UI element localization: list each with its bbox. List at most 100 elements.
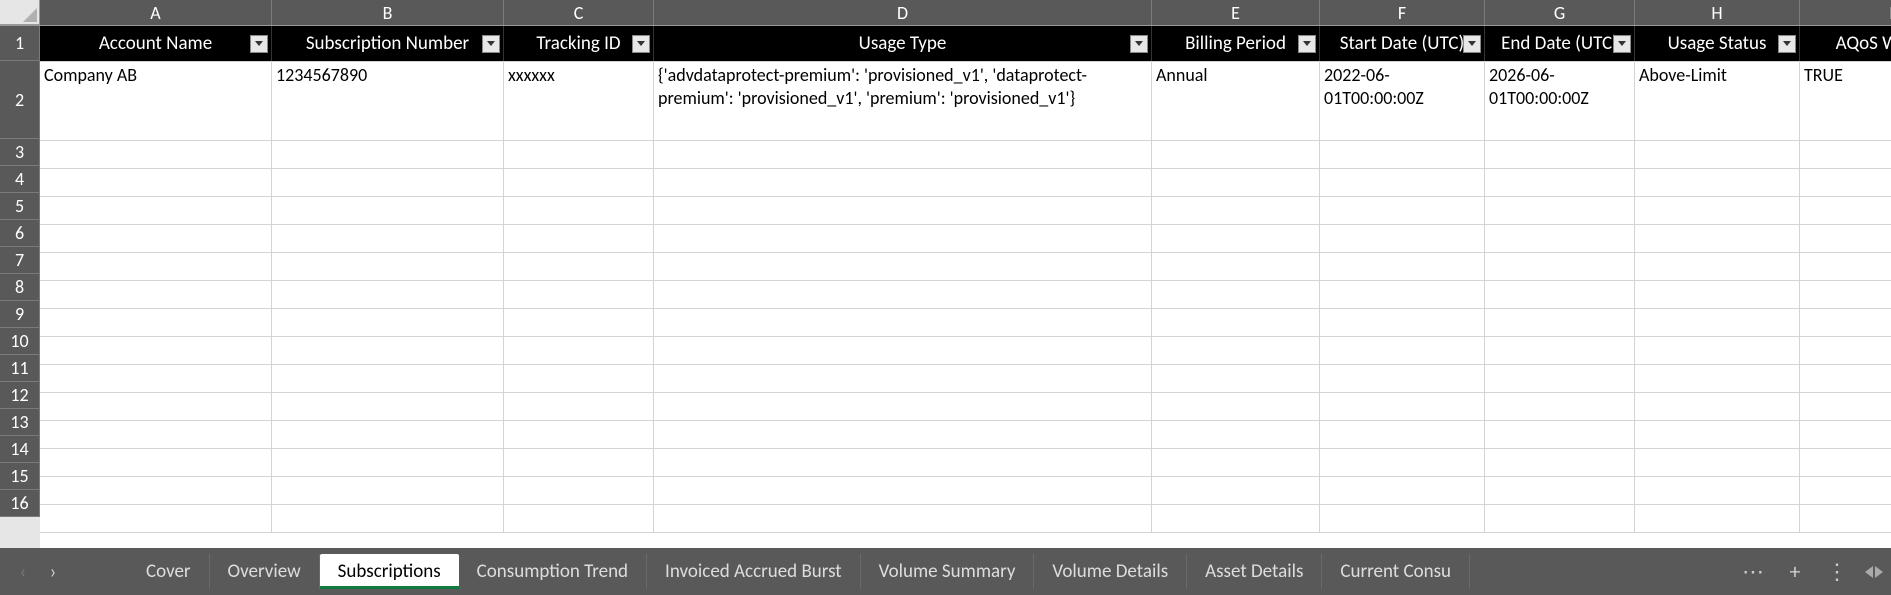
cell-A9[interactable] bbox=[40, 309, 272, 336]
cell-E7[interactable] bbox=[1152, 253, 1320, 280]
cell-C14[interactable] bbox=[504, 449, 654, 476]
cell-I4[interactable] bbox=[1800, 169, 1891, 196]
cell-G7[interactable] bbox=[1485, 253, 1635, 280]
cell-E2[interactable]: Annual bbox=[1152, 62, 1320, 140]
cell-H9[interactable] bbox=[1635, 309, 1800, 336]
header-cell-F[interactable]: Start Date (UTC) bbox=[1320, 26, 1485, 61]
cell-D3[interactable] bbox=[654, 141, 1152, 168]
filter-dropdown-icon[interactable] bbox=[1298, 35, 1316, 53]
cell-I6[interactable] bbox=[1800, 225, 1891, 252]
cell-G16[interactable] bbox=[1485, 505, 1635, 532]
cell-I9[interactable] bbox=[1800, 309, 1891, 336]
cell-G10[interactable] bbox=[1485, 337, 1635, 364]
tab-nav-prev[interactable]: ‹ bbox=[8, 557, 38, 587]
cell-B15[interactable] bbox=[272, 477, 504, 504]
cell-G9[interactable] bbox=[1485, 309, 1635, 336]
row-header-4[interactable]: 4 bbox=[0, 166, 40, 193]
cell-F2[interactable]: 2022-06-01T00:00:00Z bbox=[1320, 62, 1485, 140]
more-tabs-icon[interactable]: ⋯ bbox=[1739, 558, 1767, 585]
cell-C2[interactable]: xxxxxx bbox=[504, 62, 654, 140]
cell-E4[interactable] bbox=[1152, 169, 1320, 196]
cell-A3[interactable] bbox=[40, 141, 272, 168]
cell-E15[interactable] bbox=[1152, 477, 1320, 504]
cell-G13[interactable] bbox=[1485, 421, 1635, 448]
cell-I2[interactable]: TRUE bbox=[1800, 62, 1891, 140]
cell-E6[interactable] bbox=[1152, 225, 1320, 252]
cell-D7[interactable] bbox=[654, 253, 1152, 280]
column-header-G[interactable]: G bbox=[1485, 0, 1635, 25]
cell-D10[interactable] bbox=[654, 337, 1152, 364]
sheet-menu-icon[interactable]: ⋮ bbox=[1823, 558, 1851, 585]
column-header-F[interactable]: F bbox=[1320, 0, 1485, 25]
cell-D14[interactable] bbox=[654, 449, 1152, 476]
cell-D12[interactable] bbox=[654, 393, 1152, 420]
header-cell-I[interactable]: AQoS Warning bbox=[1800, 26, 1891, 61]
sheet-tab-overview[interactable]: Overview bbox=[210, 554, 320, 589]
header-cell-H[interactable]: Usage Status bbox=[1635, 26, 1800, 61]
row-header-11[interactable]: 11 bbox=[0, 355, 40, 382]
header-cell-D[interactable]: Usage Type bbox=[654, 26, 1152, 61]
cell-C3[interactable] bbox=[504, 141, 654, 168]
header-cell-A[interactable]: Account Name bbox=[40, 26, 272, 61]
filter-dropdown-icon[interactable] bbox=[1463, 35, 1481, 53]
cell-A2[interactable]: Company AB bbox=[40, 62, 272, 140]
cell-F11[interactable] bbox=[1320, 365, 1485, 392]
header-cell-E[interactable]: Billing Period bbox=[1152, 26, 1320, 61]
cell-B16[interactable] bbox=[272, 505, 504, 532]
cell-G14[interactable] bbox=[1485, 449, 1635, 476]
cell-B2[interactable]: 1234567890 bbox=[272, 62, 504, 140]
sheet-tab-invoiced-accrued-burst[interactable]: Invoiced Accrued Burst bbox=[647, 554, 861, 589]
cell-F7[interactable] bbox=[1320, 253, 1485, 280]
cell-G8[interactable] bbox=[1485, 281, 1635, 308]
cell-B5[interactable] bbox=[272, 197, 504, 224]
cell-C5[interactable] bbox=[504, 197, 654, 224]
cell-C8[interactable] bbox=[504, 281, 654, 308]
column-header-E[interactable]: E bbox=[1152, 0, 1320, 25]
cell-H12[interactable] bbox=[1635, 393, 1800, 420]
cell-E3[interactable] bbox=[1152, 141, 1320, 168]
cell-H16[interactable] bbox=[1635, 505, 1800, 532]
row-header-12[interactable]: 12 bbox=[0, 382, 40, 409]
cell-F14[interactable] bbox=[1320, 449, 1485, 476]
cell-F9[interactable] bbox=[1320, 309, 1485, 336]
cell-D11[interactable] bbox=[654, 365, 1152, 392]
sheet-tab-consumption-trend[interactable]: Consumption Trend bbox=[459, 554, 647, 589]
sheet-tab-volume-details[interactable]: Volume Details bbox=[1034, 554, 1187, 589]
cell-B10[interactable] bbox=[272, 337, 504, 364]
cell-H14[interactable] bbox=[1635, 449, 1800, 476]
cell-I15[interactable] bbox=[1800, 477, 1891, 504]
cell-A14[interactable] bbox=[40, 449, 272, 476]
cell-H4[interactable] bbox=[1635, 169, 1800, 196]
cell-B6[interactable] bbox=[272, 225, 504, 252]
cell-C12[interactable] bbox=[504, 393, 654, 420]
cell-C10[interactable] bbox=[504, 337, 654, 364]
cell-D8[interactable] bbox=[654, 281, 1152, 308]
column-header-C[interactable]: C bbox=[504, 0, 654, 25]
cell-I12[interactable] bbox=[1800, 393, 1891, 420]
cell-A10[interactable] bbox=[40, 337, 272, 364]
cell-E11[interactable] bbox=[1152, 365, 1320, 392]
cell-I16[interactable] bbox=[1800, 505, 1891, 532]
scroll-left-icon[interactable] bbox=[1865, 566, 1873, 578]
cell-A4[interactable] bbox=[40, 169, 272, 196]
cells-area[interactable]: Account NameSubscription NumberTracking … bbox=[40, 26, 1891, 548]
column-header-D[interactable]: D bbox=[654, 0, 1152, 25]
cell-F15[interactable] bbox=[1320, 477, 1485, 504]
row-header-7[interactable]: 7 bbox=[0, 247, 40, 274]
cell-F4[interactable] bbox=[1320, 169, 1485, 196]
cell-B13[interactable] bbox=[272, 421, 504, 448]
cell-B11[interactable] bbox=[272, 365, 504, 392]
sheet-tab-cover[interactable]: Cover bbox=[128, 554, 210, 589]
cell-I10[interactable] bbox=[1800, 337, 1891, 364]
row-header-13[interactable]: 13 bbox=[0, 409, 40, 436]
cell-A6[interactable] bbox=[40, 225, 272, 252]
column-header-H[interactable]: H bbox=[1635, 0, 1800, 25]
cell-G3[interactable] bbox=[1485, 141, 1635, 168]
cell-G15[interactable] bbox=[1485, 477, 1635, 504]
filter-dropdown-icon[interactable] bbox=[1130, 35, 1148, 53]
column-header-I[interactable]: I bbox=[1800, 0, 1891, 25]
row-header-15[interactable]: 15 bbox=[0, 463, 40, 490]
select-all-corner[interactable] bbox=[0, 0, 40, 25]
cell-H15[interactable] bbox=[1635, 477, 1800, 504]
cell-B14[interactable] bbox=[272, 449, 504, 476]
